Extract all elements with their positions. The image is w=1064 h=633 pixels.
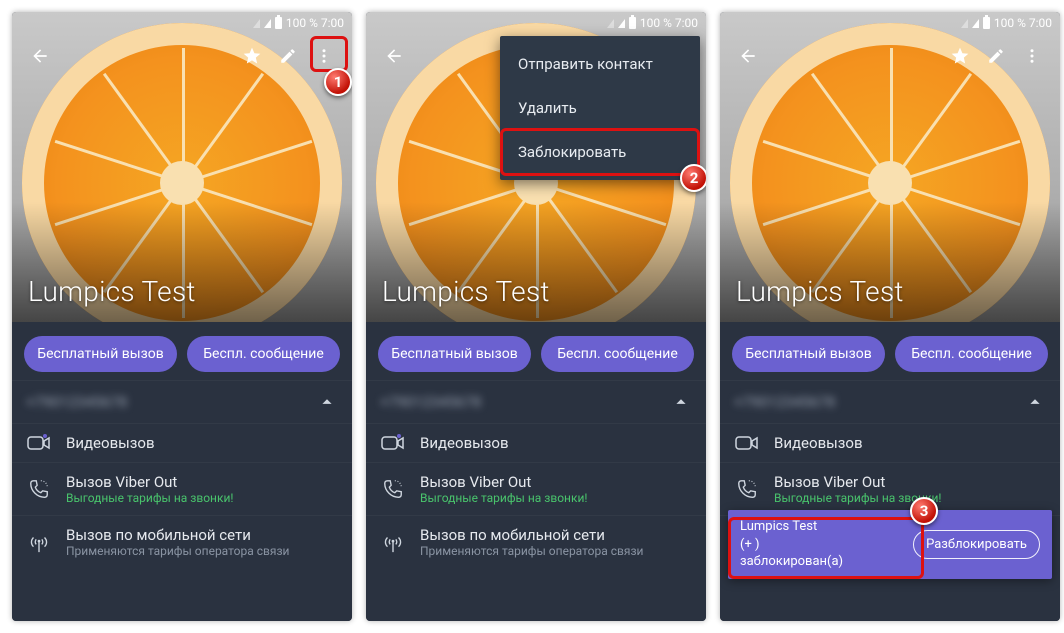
free-message-button[interactable]: Беспл. сообщение — [187, 336, 340, 372]
row-title: Вызов по мобильной сети — [420, 526, 692, 544]
screenshot-3: 100 % 7:00 Lumpics Test Бесплатный — [720, 12, 1060, 621]
signal-icon — [607, 19, 614, 28]
status-bar: 100 % 7:00 — [366, 12, 706, 34]
row-title: Видеовызов — [420, 434, 692, 452]
favorite-button[interactable] — [942, 38, 978, 74]
more-vert-icon — [1023, 47, 1041, 65]
video-call-row[interactable]: Видеовызов — [720, 423, 1060, 462]
signal-icon — [618, 19, 625, 28]
app-bar — [720, 36, 1060, 76]
app-bar — [12, 36, 352, 76]
phone-out-icon — [26, 478, 52, 500]
free-message-button[interactable]: Беспл. сообщение — [895, 336, 1048, 372]
phone-number-row[interactable]: +79012345678 — [366, 380, 706, 423]
pencil-icon — [987, 47, 1005, 65]
viber-out-row[interactable]: Вызов Viber Out Выгодные тарифы на звонк… — [12, 462, 352, 515]
phone-number-row[interactable]: +79012345678 — [12, 380, 352, 423]
signal-icon — [972, 19, 979, 28]
cellular-call-row[interactable]: Вызов по мобильной сети Применяются тари… — [12, 515, 352, 568]
phone-number-row[interactable]: +79012345678 — [720, 380, 1060, 423]
row-subtitle: Выгодные тарифы на звонки! — [66, 491, 338, 505]
row-subtitle: Применяются тарифы оператора связи — [66, 544, 338, 558]
chevron-up-icon — [316, 391, 338, 413]
star-icon — [242, 46, 262, 66]
row-title: Вызов Viber Out — [420, 473, 692, 491]
phone-number: +79012345678 — [26, 393, 127, 411]
signal-icon — [961, 19, 968, 28]
screenshot-2: 100 % 7:00 Lumpics Test Бесплатный вызов… — [366, 12, 706, 621]
status-bar: 100 % 7:00 — [12, 12, 352, 34]
snackbar-message: Lumpics Test (+ ) заблокирован(а) — [740, 518, 903, 571]
edit-button[interactable] — [978, 38, 1014, 74]
contact-name: Lumpics Test — [736, 275, 904, 308]
video-call-row[interactable]: Видеовызов — [12, 423, 352, 462]
free-call-button[interactable]: Бесплатный вызов — [732, 336, 885, 372]
row-subtitle: Выгодные тарифы на звонки! — [774, 491, 1046, 505]
phone-out-icon — [380, 478, 406, 500]
chevron-up-icon — [670, 391, 692, 413]
phone-number: +79012345678 — [380, 393, 481, 411]
free-message-button[interactable]: Беспл. сообщение — [541, 336, 694, 372]
row-title: Вызов Viber Out — [66, 473, 338, 491]
antenna-icon — [26, 532, 52, 554]
signal-icon — [264, 19, 271, 28]
video-call-row[interactable]: Видеовызов — [366, 423, 706, 462]
options-menu: Отправить контакт Удалить Заблокировать — [500, 36, 700, 180]
cellular-call-row[interactable]: Вызов по мобильной сети Применяются тари… — [366, 515, 706, 568]
unblock-button[interactable]: Разблокировать — [913, 530, 1040, 559]
row-subtitle: Выгодные тарифы на звонки! — [420, 491, 692, 505]
contact-name: Lumpics Test — [382, 275, 550, 308]
row-title: Вызов по мобильной сети — [66, 526, 338, 544]
row-title: Видеовызов — [774, 434, 1046, 452]
signal-icon — [253, 19, 260, 28]
blocked-snackbar: Lumpics Test (+ ) заблокирован(а) Разбло… — [728, 510, 1052, 579]
row-title: Вызов Viber Out — [774, 473, 1046, 491]
favorite-button[interactable] — [234, 38, 270, 74]
menu-block[interactable]: Заблокировать — [500, 130, 700, 174]
status-text: 100 % 7:00 — [640, 16, 698, 30]
viber-out-row[interactable]: Вызов Viber Out Выгодные тарифы на звонк… — [366, 462, 706, 515]
battery-icon — [275, 17, 282, 29]
free-call-button[interactable]: Бесплатный вызов — [378, 336, 531, 372]
chevron-up-icon — [1024, 391, 1046, 413]
more-button[interactable] — [306, 38, 342, 74]
contact-name: Lumpics Test — [28, 275, 196, 308]
camera-icon — [380, 434, 406, 452]
status-text: 100 % 7:00 — [994, 16, 1052, 30]
viber-out-row[interactable]: Вызов Viber Out Выгодные тарифы на звонк… — [720, 462, 1060, 515]
arrow-left-icon — [738, 46, 758, 66]
back-button[interactable] — [730, 38, 766, 74]
back-button[interactable] — [22, 38, 58, 74]
arrow-left-icon — [384, 46, 404, 66]
camera-icon — [734, 434, 760, 452]
phone-out-icon — [734, 478, 760, 500]
pencil-icon — [279, 47, 297, 65]
antenna-icon — [380, 532, 406, 554]
camera-icon — [26, 434, 52, 452]
row-subtitle: Применяются тарифы оператора связи — [420, 544, 692, 558]
screenshot-1: 100 % 7:00 Lumpics Test Бесплатный — [12, 12, 352, 621]
phone-number: +79012345678 — [734, 393, 835, 411]
more-vert-icon — [315, 47, 333, 65]
status-bar: 100 % 7:00 — [720, 12, 1060, 34]
row-title: Видеовызов — [66, 434, 338, 452]
menu-send-contact[interactable]: Отправить контакт — [500, 42, 700, 86]
free-call-button[interactable]: Бесплатный вызов — [24, 336, 177, 372]
battery-icon — [983, 17, 990, 29]
edit-button[interactable] — [270, 38, 306, 74]
star-icon — [950, 46, 970, 66]
status-text: 100 % 7:00 — [286, 16, 344, 30]
more-button[interactable] — [1014, 38, 1050, 74]
menu-delete[interactable]: Удалить — [500, 86, 700, 130]
back-button[interactable] — [376, 38, 412, 74]
arrow-left-icon — [30, 46, 50, 66]
battery-icon — [629, 17, 636, 29]
